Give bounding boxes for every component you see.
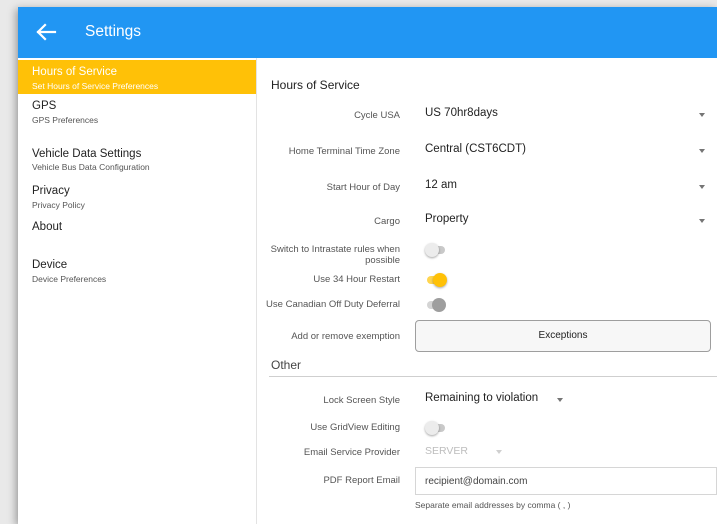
toggle-thumb bbox=[425, 243, 439, 257]
restart34-toggle[interactable] bbox=[425, 273, 447, 287]
sidebar: Hours of Service Set Hours of Service Pr… bbox=[18, 58, 257, 524]
sidebar-item-about[interactable]: About bbox=[18, 204, 256, 238]
settings-content: Hours of Service Cycle USA US 70hr8days … bbox=[257, 58, 717, 524]
section-divider bbox=[269, 376, 717, 377]
start-hour-label: Start Hour of Day bbox=[326, 182, 400, 193]
cycle-label: Cycle USA bbox=[354, 110, 400, 121]
canadian-toggle[interactable] bbox=[425, 298, 447, 312]
gridview-label: Use GridView Editing bbox=[310, 422, 400, 433]
sidebar-item-vehicle-data-settings[interactable]: Vehicle Data Settings Vehicle Bus Data C… bbox=[18, 132, 256, 172]
sidebar-item-label: Device bbox=[32, 259, 68, 271]
app-window: Settings Hours of Service Set Hours of S… bbox=[18, 7, 717, 524]
email-provider-dropdown[interactable]: SERVER bbox=[417, 441, 507, 461]
timezone-value: Central (CST6CDT) bbox=[425, 143, 526, 155]
sidebar-item-sub: Set Hours of Service Preferences bbox=[32, 81, 159, 91]
app-bar: Settings bbox=[18, 7, 717, 58]
sidebar-item-label: Vehicle Data Settings bbox=[32, 148, 142, 160]
toggle-thumb bbox=[425, 421, 439, 435]
lock-screen-label: Lock Screen Style bbox=[323, 395, 400, 406]
sidebar-item-hours-of-service[interactable]: Hours of Service Set Hours of Service Pr… bbox=[18, 60, 256, 94]
cycle-value: US 70hr8days bbox=[425, 107, 498, 119]
sidebar-item-label: Hours of Service bbox=[32, 66, 118, 78]
lock-screen-dropdown[interactable]: Remaining to violation bbox=[417, 387, 567, 411]
timezone-label: Home Terminal Time Zone bbox=[288, 146, 400, 157]
cargo-dropdown[interactable]: Property bbox=[417, 208, 717, 232]
section-title-hours-of-service: Hours of Service bbox=[271, 78, 360, 92]
chevron-down-icon bbox=[699, 219, 705, 223]
email-provider-value: SERVER bbox=[425, 445, 468, 457]
chevron-down-icon bbox=[496, 450, 502, 454]
sidebar-item-sub: GPS Preferences bbox=[32, 115, 99, 125]
lock-screen-value: Remaining to violation bbox=[425, 392, 539, 404]
cargo-value: Property bbox=[425, 213, 469, 225]
sidebar-item-gps[interactable]: GPS GPS Preferences bbox=[18, 96, 256, 130]
sidebar-item-label: GPS bbox=[32, 100, 57, 112]
pdf-email-label: PDF Report Email bbox=[323, 475, 400, 486]
sidebar-item-privacy[interactable]: Privacy Privacy Policy bbox=[18, 168, 256, 210]
chevron-down-icon bbox=[699, 185, 705, 189]
toggle-thumb bbox=[432, 298, 446, 312]
start-hour-value: 12 am bbox=[425, 179, 457, 191]
sidebar-item-label: About bbox=[32, 221, 63, 233]
exceptions-button[interactable]: Exceptions bbox=[415, 320, 711, 352]
sidebar-item-sub: Device Preferences bbox=[32, 274, 107, 284]
sidebar-item-label: Privacy bbox=[32, 185, 70, 197]
restart34-label: Use 34 Hour Restart bbox=[313, 274, 400, 285]
helper-text: Separate email addresses by comma ( , ) bbox=[415, 500, 571, 510]
sidebar-item-device[interactable]: Device Device Preferences bbox=[18, 250, 256, 284]
page-title: Settings bbox=[85, 23, 142, 40]
start-hour-dropdown[interactable]: 12 am bbox=[417, 174, 717, 198]
section-title-other: Other bbox=[271, 358, 302, 372]
chevron-down-icon bbox=[699, 113, 705, 117]
chevron-down-icon bbox=[557, 398, 563, 402]
gridview-toggle[interactable] bbox=[425, 421, 447, 435]
exemption-label: Add or remove exemption bbox=[291, 331, 400, 342]
timezone-dropdown[interactable]: Central (CST6CDT) bbox=[417, 138, 717, 162]
arrow-left-icon[interactable] bbox=[32, 18, 60, 46]
pdf-email-input[interactable]: recipient@domain.com bbox=[415, 467, 717, 495]
cargo-label: Cargo bbox=[374, 216, 400, 227]
email-provider-label: Email Service Provider bbox=[303, 447, 400, 458]
toggle-thumb bbox=[433, 273, 447, 287]
cycle-dropdown[interactable]: US 70hr8days bbox=[417, 102, 717, 126]
canadian-label: Use Canadian Off Duty Deferral bbox=[266, 299, 400, 310]
chevron-down-icon bbox=[699, 149, 705, 153]
intrastate-label: Switch to Intrastate rules when possible bbox=[270, 244, 400, 266]
intrastate-toggle[interactable] bbox=[425, 243, 447, 257]
